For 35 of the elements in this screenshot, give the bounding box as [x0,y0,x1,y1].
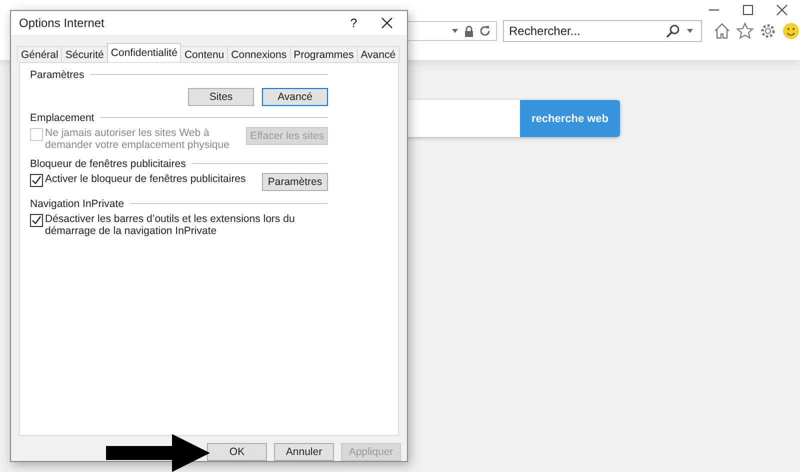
settings-icon[interactable] [759,22,777,40]
dialog-button[interactable]: OK [207,443,267,461]
dropdown-icon[interactable] [451,28,459,34]
checkbox-label: Désactiver les barres d’outils et les extensions lors du démarrage de la navigation InPrivate [45,212,296,237]
checkbox[interactable] [30,174,43,187]
checkbox-label: Activer le bloqueur de fenêtres publicitaires [45,172,246,185]
dropdown-icon[interactable] [686,28,694,34]
arrow-icon [106,434,210,472]
tab[interactable]: Programmes [290,46,358,62]
home-icon[interactable] [713,22,731,40]
section-heading: Bloqueur de fenêtres publicitaires [30,158,186,170]
help-button[interactable]: ? [350,16,357,30]
section-heading: Emplacement [30,112,94,124]
checkbox[interactable] [30,214,43,227]
tab[interactable]: Avancé [356,46,400,62]
dialog-button[interactable]: Annuler [274,443,334,461]
dialog-button[interactable]: Paramètres [262,172,328,191]
search-icon[interactable] [666,24,680,38]
close-icon[interactable] [776,4,788,16]
tab[interactable]: Général [17,46,62,62]
section-heading: Paramètres [30,68,84,81]
section-heading: Navigation InPrivate [30,198,124,210]
refresh-icon[interactable] [479,25,491,37]
dialog-button[interactable]: Sites [188,88,254,106]
dialog-button[interactable]: Avancé [262,88,328,106]
tab[interactable]: Contenu [180,46,228,62]
maximize-icon[interactable] [742,4,754,16]
smiley-icon[interactable] [782,22,800,40]
checkbox-label: Ne jamais autoriser les sites Web à demander votre emplacement physique [45,126,230,151]
star-icon[interactable] [736,22,754,40]
lock-icon [464,25,474,37]
close-icon[interactable] [381,16,393,29]
dialog-title: Options Internet [19,16,106,30]
tab[interactable]: Confidentialité [106,42,182,62]
search-field[interactable]: Rechercher... [503,20,702,42]
